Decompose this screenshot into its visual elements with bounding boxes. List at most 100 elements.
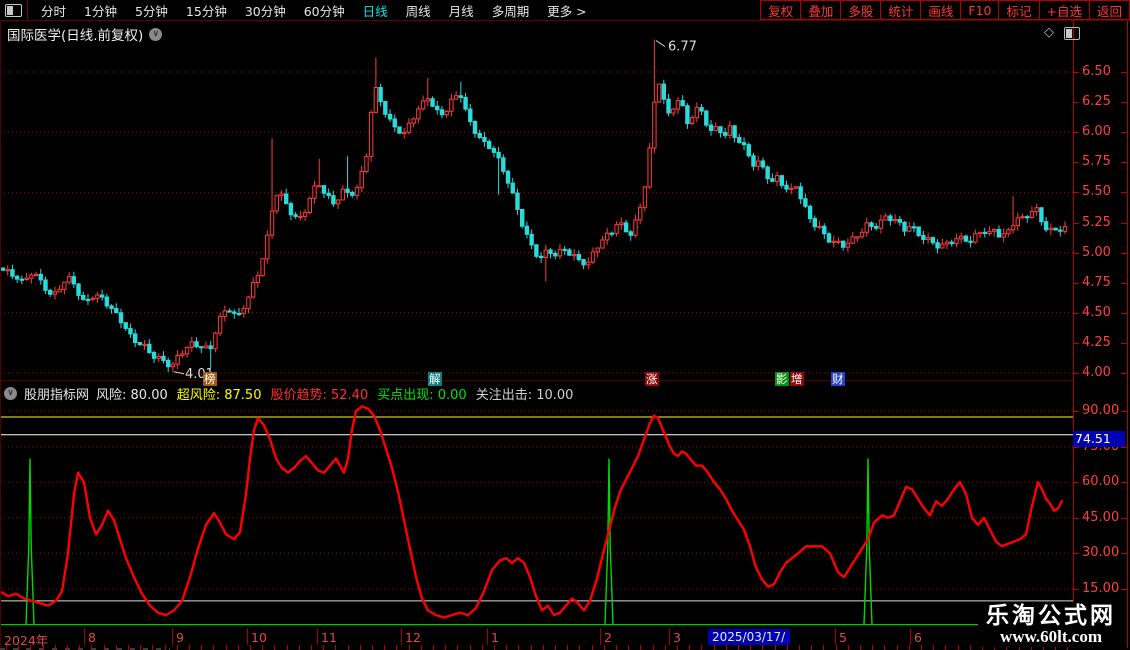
minor-tick	[91, 645, 92, 650]
minor-tick	[726, 645, 727, 650]
menu-item-30分钟[interactable]: 30分钟	[236, 1, 295, 20]
month-separator	[401, 628, 402, 645]
menu-item-5分钟[interactable]: 5分钟	[126, 1, 177, 20]
diamond-icon[interactable]: ◇	[1044, 25, 1054, 40]
minor-tick	[140, 645, 141, 650]
toolbar-button-F10[interactable]: F10	[960, 0, 1000, 20]
minor-tick	[640, 645, 641, 650]
time-label-5: 5	[839, 630, 847, 645]
price-tick-label: 6.50	[1082, 64, 1111, 79]
toolbar-button-返回[interactable]: 返回	[1088, 0, 1130, 20]
time-label-8: 8	[88, 630, 96, 645]
minor-tick	[518, 645, 519, 650]
minor-tick	[177, 645, 178, 650]
minor-tick	[555, 645, 556, 650]
period-menu: 分时 1分钟 5分钟 15分钟 30分钟 60分钟 日线 周线 月线 多周期 更多 >	[32, 1, 596, 20]
minor-tick	[116, 645, 117, 650]
chart-title-row: 国际医学(日线.前复权) ∨	[7, 24, 163, 44]
minor-tick	[445, 645, 446, 650]
watermark-url: www.60lt.com	[1000, 627, 1102, 647]
toolbar-button-复权[interactable]: 复权	[760, 0, 802, 20]
menu-item-月线[interactable]: 月线	[440, 1, 483, 20]
price-tick-label: 5.25	[1082, 214, 1111, 230]
time-label-2024年: 2024年	[4, 633, 49, 648]
toolbar-button-+自选[interactable]: +自选	[1038, 0, 1090, 20]
minor-tick	[579, 645, 580, 650]
toolbar-button-统计[interactable]: 统计	[880, 0, 922, 20]
date-badge: 2025/03/17/一	[708, 629, 790, 650]
menu-item-多周期[interactable]: 多周期	[483, 1, 539, 20]
indicator-field-超风险: 超风险: 87.50	[176, 388, 262, 403]
minor-tick	[409, 645, 410, 650]
minor-tick	[897, 645, 898, 650]
window-layout-icon[interactable]	[5, 3, 22, 17]
minor-tick	[165, 645, 166, 650]
menu-item-更多 >[interactable]: 更多 >	[538, 1, 595, 20]
event-badge-增: 增	[790, 372, 804, 386]
menu-item-15分钟[interactable]: 15分钟	[177, 1, 236, 20]
minor-tick	[79, 645, 80, 650]
indicator-field-买点出现: 买点出现: 0.00	[377, 388, 467, 403]
minor-tick	[653, 645, 654, 650]
month-separator	[84, 628, 85, 645]
minor-tick	[421, 645, 422, 650]
minor-tick	[970, 645, 971, 650]
minor-tick	[250, 645, 251, 650]
minor-tick	[677, 645, 678, 650]
time-label-3: 3	[673, 630, 681, 645]
minor-tick	[543, 645, 544, 650]
toolbar-button-多股[interactable]: 多股	[840, 0, 882, 20]
toolbar-button-标记[interactable]: 标记	[998, 0, 1040, 20]
minor-tick	[701, 645, 702, 650]
minor-tick	[433, 645, 434, 650]
price-tick-label: 5.75	[1082, 154, 1111, 170]
time-label-1: 1	[491, 630, 499, 645]
minor-tick	[67, 645, 68, 650]
candlestick-chart[interactable]: 6.774.01	[0, 20, 1073, 381]
menu-item-1分钟[interactable]: 1分钟	[75, 1, 126, 20]
page-title: 国际医学(日线.前复权)	[7, 28, 144, 44]
minor-tick	[189, 645, 190, 650]
time-label-10: 10	[251, 630, 267, 645]
menu-item-分时[interactable]: 分时	[32, 1, 75, 20]
minor-tick	[921, 645, 922, 650]
chevron-down-icon[interactable]: ∨	[149, 27, 163, 41]
minor-tick	[104, 645, 105, 650]
minor-tick	[287, 645, 288, 650]
toolbar-buttons: 复权 叠加 多股 统计 画线 F10 标记 +自选 返回	[760, 0, 1130, 20]
minor-tick	[775, 645, 776, 650]
indicator-field-股价趋势: 股价趋势: 52.40	[270, 388, 369, 403]
month-separator	[487, 628, 488, 645]
price-tick-label: 4.25	[1082, 334, 1111, 350]
menu-item-60分钟[interactable]: 60分钟	[295, 1, 354, 20]
minor-tick	[335, 645, 336, 650]
indicator-tick-label: 90.00	[1082, 403, 1120, 419]
collapse-icon[interactable]: ∨	[4, 387, 17, 400]
minor-tick	[848, 645, 849, 650]
minor-tick	[384, 645, 385, 650]
current-value-badge: 74.51	[1073, 431, 1125, 447]
indicator-chart[interactable]	[0, 404, 1073, 628]
minor-tick	[506, 645, 507, 650]
watermark-site-name: 乐淘公式网	[986, 603, 1116, 630]
minor-tick	[567, 645, 568, 650]
menu-item-日线[interactable]: 日线	[354, 1, 397, 20]
toolbar-button-画线[interactable]: 画线	[920, 0, 962, 20]
toolbar-button-叠加[interactable]: 叠加	[800, 0, 842, 20]
indicator-field-关注出击: 关注出击: 10.00	[475, 388, 574, 403]
price-tick-label: 6.00	[1082, 124, 1111, 140]
minor-tick	[531, 645, 532, 650]
split-window-icon[interactable]	[1064, 27, 1080, 40]
minor-tick	[494, 645, 495, 650]
minor-tick	[665, 645, 666, 650]
minor-tick	[628, 645, 629, 650]
indicator-header: ∨ 股朋指标网 风险: 80.00 超风险: 87.50 股价趋势: 52.40 买点…	[4, 385, 574, 403]
minor-tick	[787, 645, 788, 650]
watermark: 乐淘公式网 www.60lt.com	[978, 602, 1116, 647]
minor-tick	[128, 645, 129, 650]
indicator-tick-label: 60.00	[1082, 474, 1120, 490]
axis-border-right	[1127, 20, 1128, 648]
month-separator	[317, 628, 318, 645]
minor-tick	[933, 645, 934, 650]
menu-item-周线[interactable]: 周线	[397, 1, 440, 20]
